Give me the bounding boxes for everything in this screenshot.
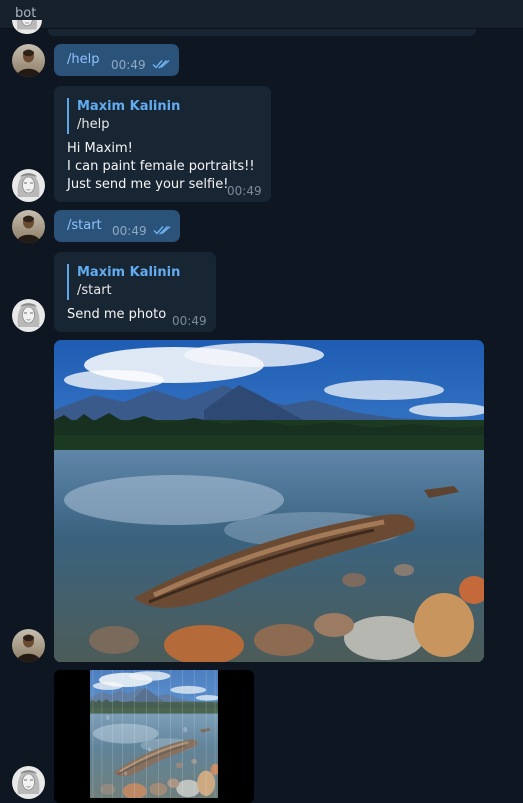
message-text: Send me photo [67, 307, 167, 322]
command-link[interactable]: /help [67, 51, 99, 69]
reply-author: Maxim Kalinin [77, 99, 181, 114]
user-avatar[interactable] [12, 44, 45, 77]
previous-avatar[interactable] [12, 20, 42, 34]
read-check-icon [152, 59, 170, 69]
incoming-message[interactable]: Maxim Kalinin /start Send me photo 00:49 [54, 252, 216, 332]
stylized-image [90, 670, 218, 798]
previous-message-edge [48, 29, 476, 36]
command-link[interactable]: /start [67, 217, 102, 235]
reply-text: /start [77, 283, 112, 298]
message-time: 00:49 [111, 58, 146, 72]
message-line: Hi Maxim! [67, 141, 133, 156]
user-avatar[interactable] [12, 629, 45, 662]
reply-quote[interactable]: Maxim Kalinin /help [67, 98, 180, 134]
message-line: I can paint female portraits!! [67, 159, 255, 174]
message-time: 00:49 [172, 314, 207, 328]
mountain-lake-photo[interactable] [54, 340, 484, 662]
reply-author: Maxim Kalinin [77, 265, 181, 280]
chat-title: bot [15, 6, 37, 21]
outgoing-message[interactable]: /start 00:49 [54, 210, 180, 242]
photo-image [54, 340, 484, 662]
incoming-message[interactable]: Maxim Kalinin /help Hi Maxim! I can pain… [54, 86, 271, 202]
outgoing-message[interactable]: /help 00:49 [54, 44, 179, 76]
message-time: 00:49 [227, 184, 262, 198]
reply-quote[interactable]: Maxim Kalinin /start [67, 264, 180, 300]
user-avatar[interactable] [12, 210, 45, 243]
stylized-photo[interactable] [54, 670, 254, 803]
bot-avatar[interactable] [12, 169, 45, 202]
bot-avatar[interactable] [12, 299, 45, 332]
bot-avatar[interactable] [12, 766, 45, 799]
message-time: 00:49 [112, 224, 147, 238]
chat-header: bot [0, 0, 523, 29]
read-check-icon [153, 225, 171, 235]
reply-text: /help [77, 117, 110, 132]
